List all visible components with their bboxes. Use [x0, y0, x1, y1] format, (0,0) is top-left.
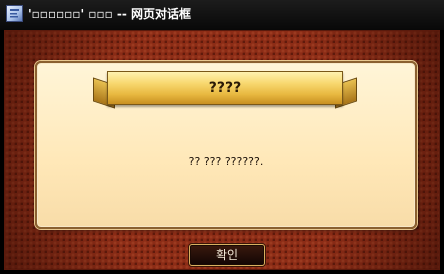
dialog-body: ?? ??? ??????. ???? 확인 — [4, 30, 440, 270]
dialog-window: '▫▫▫▫▫▫' ▫▫▫ -- 网页对话框 ?? ??? ??????. ???… — [0, 0, 444, 274]
title-bar[interactable]: '▫▫▫▫▫▫' ▫▫▫ -- 网页对话框 — [0, 0, 444, 30]
dialog-page-icon — [6, 5, 23, 22]
dialog-heading: ???? — [208, 80, 242, 96]
heading-ribbon: ???? — [93, 71, 357, 109]
ok-button[interactable]: 확인 — [189, 244, 265, 266]
window-title: '▫▫▫▫▫▫' ▫▫▫ -- 网页对话框 — [28, 7, 192, 21]
message-text: ?? ??? ??????. — [188, 155, 264, 168]
